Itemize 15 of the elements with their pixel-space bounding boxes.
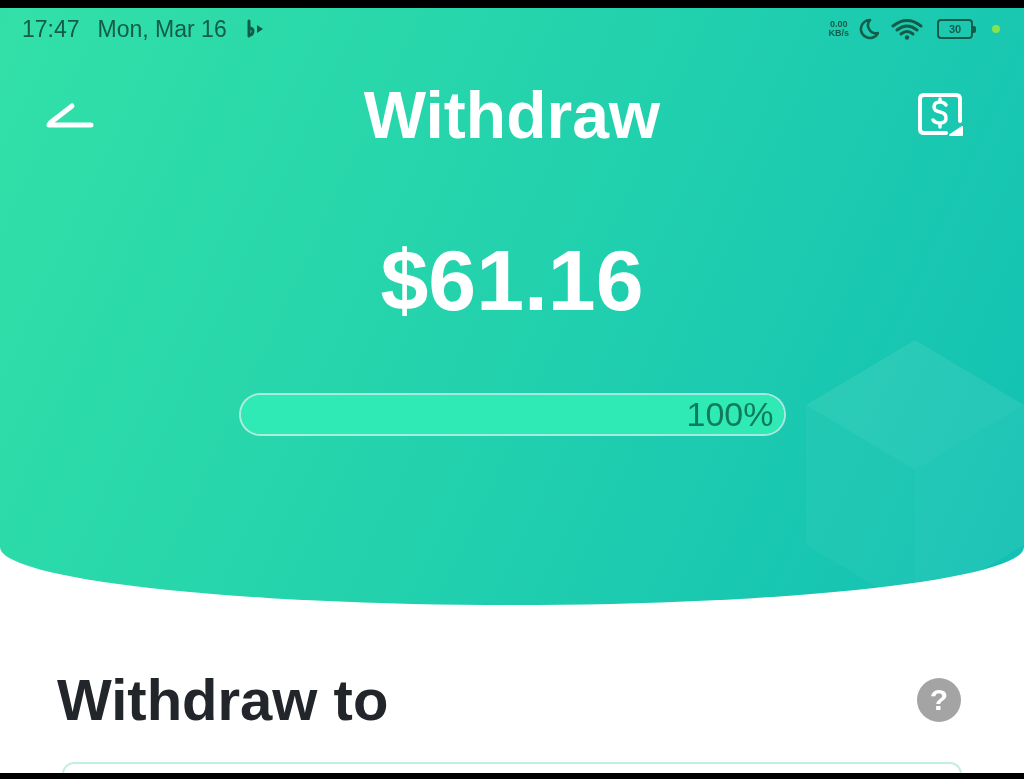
dollar-frame-icon[interactable] [916, 91, 966, 139]
progress-reading: 100% [686, 395, 774, 434]
battery-level: 30 [948, 23, 962, 35]
moon-icon [857, 18, 879, 40]
network-speed: KB/s [828, 29, 849, 38]
charging-dot-icon [992, 25, 1000, 33]
help-button[interactable]: ? [917, 678, 961, 722]
page-title: Withdraw [363, 80, 661, 150]
section-title: Withdraw to [57, 675, 389, 725]
wifi-icon [891, 18, 923, 40]
network-speed: 0.00 [829, 20, 848, 29]
balance-amount: $61.16 [380, 238, 644, 322]
back-icon[interactable] [46, 102, 94, 128]
status-date: Mon, Mar 16 [97, 15, 227, 43]
status-time: 17:47 [22, 15, 80, 43]
